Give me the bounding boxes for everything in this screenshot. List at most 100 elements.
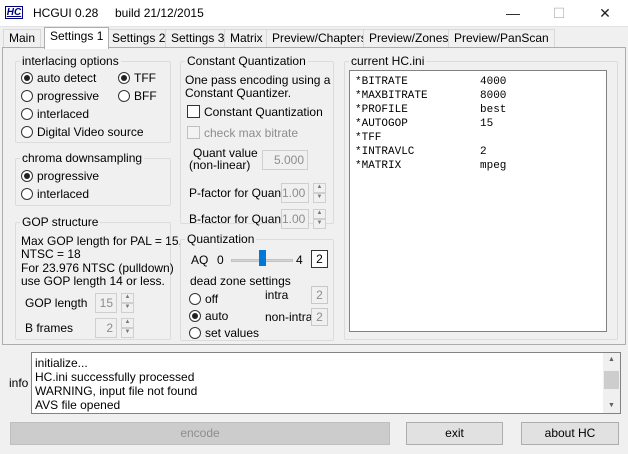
chroma-group: chroma downsampling progressive interlac… bbox=[15, 151, 171, 206]
b-factor-input[interactable]: 1.00 bbox=[281, 209, 309, 229]
gop-length-input[interactable]: 15 bbox=[95, 293, 117, 313]
aq-slider-thumb[interactable] bbox=[258, 250, 266, 266]
field-order-bff-radio[interactable]: BFF bbox=[118, 88, 157, 104]
log-line: AVS file opened bbox=[35, 398, 121, 412]
b-factor-label: B-factor for Quant bbox=[189, 212, 285, 226]
field-order-tff-radio[interactable]: TFF bbox=[118, 70, 156, 86]
dead-zone-set-values-radio[interactable]: set values bbox=[189, 325, 259, 341]
info-log[interactable]: initialize... HC.ini successfully proces… bbox=[31, 352, 621, 414]
exit-button[interactable]: exit bbox=[406, 422, 503, 445]
quantization-title: Quantization bbox=[185, 232, 257, 246]
gop-length-label: GOP length bbox=[25, 296, 88, 310]
gop-length-down-icon[interactable]: ▼ bbox=[121, 303, 134, 313]
gop-length-up-icon[interactable]: ▲ bbox=[121, 293, 134, 303]
constant-quant-desc: Constant Quantizer. bbox=[185, 86, 292, 100]
dead-zone-off-radio[interactable]: off bbox=[189, 291, 218, 307]
interlacing-title: interlacing options bbox=[20, 54, 121, 68]
chroma-progressive-radio[interactable]: progressive bbox=[21, 168, 99, 184]
interlacing-auto-detect-radio[interactable]: auto detect bbox=[21, 70, 96, 86]
b-frames-label: B frames bbox=[25, 321, 74, 335]
minimize-button[interactable]: — bbox=[490, 0, 536, 27]
check-max-bitrate-checkbox[interactable]: check max bitrate bbox=[187, 125, 298, 141]
interlacing-progressive-radio[interactable]: progressive bbox=[21, 88, 99, 104]
scroll-up-icon[interactable]: ▲ bbox=[603, 353, 620, 367]
radio-icon bbox=[189, 327, 201, 339]
dead-zone-auto-radio[interactable]: auto bbox=[189, 308, 228, 324]
b-frames-up-icon[interactable]: ▲ bbox=[121, 318, 134, 328]
scroll-down-icon[interactable]: ▼ bbox=[603, 399, 620, 413]
gop-note-line: For 23.976 NTSC (pulldown) bbox=[21, 261, 174, 275]
gop-note-line: Max GOP length for PAL = 15, bbox=[21, 234, 182, 248]
constant-quant-desc: One pass encoding using a bbox=[185, 73, 331, 87]
radio-icon bbox=[21, 126, 33, 138]
chroma-title: chroma downsampling bbox=[20, 151, 145, 165]
intra-label: intra bbox=[265, 288, 289, 302]
tab-main[interactable]: Main bbox=[3, 29, 42, 48]
current-ini-title: current HC.ini bbox=[349, 54, 427, 68]
gop-title: GOP structure bbox=[20, 215, 101, 229]
p-factor-label: P-factor for Quant bbox=[189, 186, 285, 200]
nonintra-value-box[interactable]: 2 bbox=[311, 308, 328, 326]
radio-icon bbox=[21, 188, 33, 200]
p-factor-up-icon[interactable]: ▲ bbox=[313, 183, 326, 193]
about-button[interactable]: about HC bbox=[521, 422, 619, 445]
window-title: HCGUI 0.28 bbox=[33, 6, 99, 20]
app-logo-icon: HC bbox=[5, 6, 23, 19]
b-factor-down-icon[interactable]: ▼ bbox=[313, 219, 326, 229]
interlacing-group: interlacing options auto detect progress… bbox=[15, 54, 171, 143]
radio-icon bbox=[118, 90, 130, 102]
tab-settings-3[interactable]: Settings 3 bbox=[165, 29, 231, 48]
quantization-group: Quantization AQ 0 4 2 dead zone settings… bbox=[180, 232, 334, 341]
tab-preview-chapters[interactable]: Preview/Chapters bbox=[266, 29, 373, 48]
build-label: build 21/12/2015 bbox=[115, 6, 204, 20]
quant-value-sublabel: (non-linear) bbox=[189, 158, 251, 172]
constant-quant-checkbox[interactable]: Constant Quantization bbox=[187, 104, 323, 120]
gop-group: GOP structure Max GOP length for PAL = 1… bbox=[15, 215, 182, 340]
close-button[interactable]: ✕ bbox=[582, 0, 628, 27]
checkbox-icon bbox=[187, 105, 200, 118]
tab-matrix[interactable]: Matrix bbox=[224, 29, 269, 48]
tab-preview-zones[interactable]: Preview/Zones bbox=[363, 29, 455, 48]
log-line: initialize... bbox=[35, 356, 88, 370]
tab-settings-2[interactable]: Settings 2 bbox=[106, 29, 172, 48]
gop-note-line: NTSC = 18 bbox=[21, 247, 81, 261]
aq-value-box: 2 bbox=[311, 250, 328, 268]
info-label: info bbox=[9, 376, 29, 390]
aq-label: AQ bbox=[191, 253, 209, 267]
ini-contents-box[interactable]: *BITRATE 4000 *MAXBITRATE 8000 *PROFILE bes… bbox=[349, 70, 607, 332]
b-frames-down-icon[interactable]: ▼ bbox=[121, 328, 134, 338]
tab-strip: Main Settings 1 Settings 2 Settings 3 Ma… bbox=[0, 27, 628, 49]
info-scrollbar[interactable]: ▲ ▼ bbox=[603, 353, 620, 413]
aq-max-label: 4 bbox=[296, 253, 303, 267]
dead-zone-title: dead zone settings bbox=[190, 274, 291, 288]
radio-selected-icon bbox=[21, 170, 33, 182]
interlacing-interlaced-radio[interactable]: interlaced bbox=[21, 106, 89, 122]
interlacing-dv-source-radio[interactable]: Digital Video source bbox=[21, 124, 144, 140]
scroll-thumb[interactable] bbox=[604, 371, 619, 389]
checkbox-icon bbox=[187, 126, 200, 139]
log-line: HC.ini successfully processed bbox=[35, 370, 195, 384]
aq-min-label: 0 bbox=[217, 253, 224, 267]
maximize-button[interactable]: ☐ bbox=[536, 0, 582, 27]
quant-value-input[interactable]: 5.000 bbox=[262, 150, 308, 170]
tab-preview-panscan[interactable]: Preview/PanScan bbox=[448, 29, 555, 48]
b-factor-up-icon[interactable]: ▲ bbox=[313, 209, 326, 219]
radio-selected-icon bbox=[21, 72, 33, 84]
title-bar: HC HCGUI 0.28 build 21/12/2015 — ☐ ✕ bbox=[0, 0, 628, 27]
tab-settings-1[interactable]: Settings 1 bbox=[44, 27, 110, 49]
p-factor-input[interactable]: 1.00 bbox=[281, 183, 309, 203]
nonintra-label: non-intra bbox=[265, 310, 313, 324]
encode-button[interactable]: encode bbox=[10, 422, 390, 445]
b-frames-input[interactable]: 2 bbox=[95, 318, 117, 338]
gop-note-line: use GOP length 14 or less. bbox=[21, 274, 165, 288]
intra-value-box[interactable]: 2 bbox=[311, 286, 328, 304]
chroma-interlaced-radio[interactable]: interlaced bbox=[21, 186, 89, 202]
radio-icon bbox=[189, 293, 201, 305]
radio-selected-icon bbox=[189, 310, 201, 322]
radio-icon bbox=[21, 108, 33, 120]
radio-selected-icon bbox=[118, 72, 130, 84]
constant-quant-group: Constant Quantization One pass encoding … bbox=[180, 54, 334, 229]
p-factor-down-icon[interactable]: ▼ bbox=[313, 193, 326, 203]
constant-quant-title: Constant Quantization bbox=[185, 54, 308, 68]
radio-icon bbox=[21, 90, 33, 102]
